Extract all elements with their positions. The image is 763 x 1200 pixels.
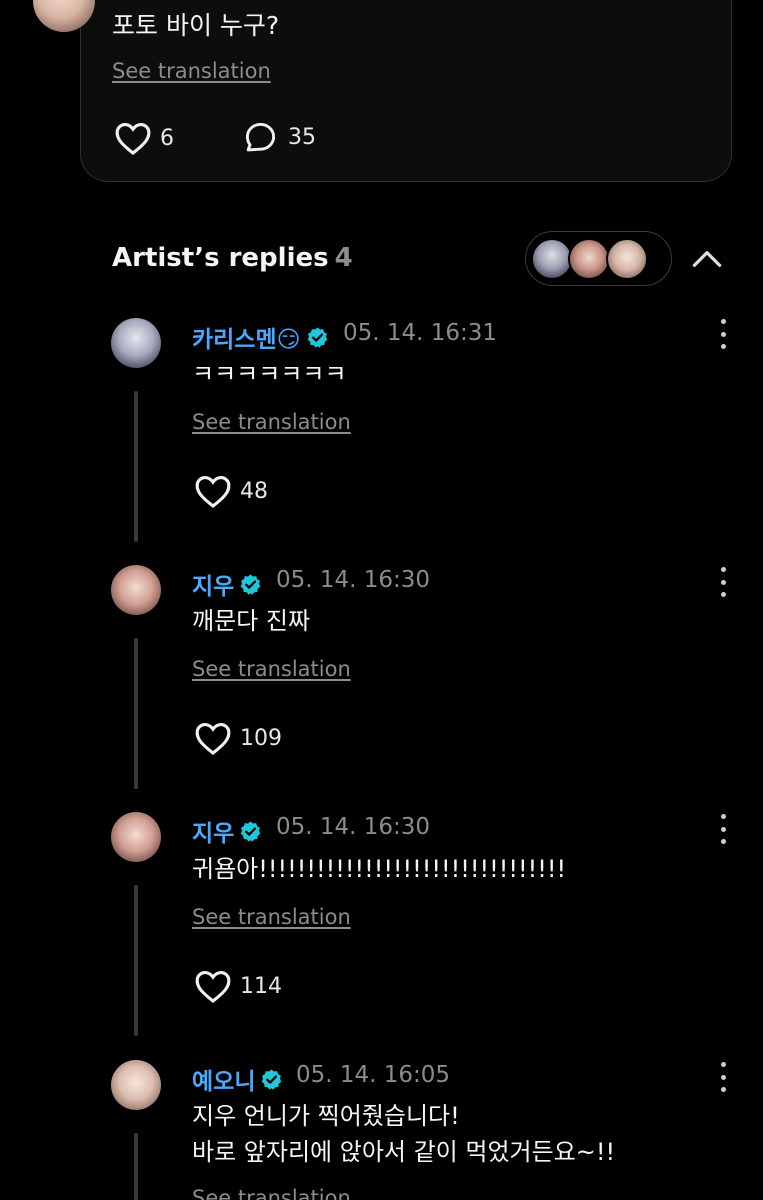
reply-like-button[interactable]: 48 xyxy=(194,473,268,509)
chevron-up-icon xyxy=(692,251,722,267)
reply-like-count: 114 xyxy=(240,973,282,999)
reply-more-button[interactable] xyxy=(712,567,734,597)
avatar[interactable] xyxy=(111,565,161,615)
post-text: 포토 바이 누구? xyxy=(112,11,280,40)
reply-author-label: 예오니 xyxy=(192,1069,256,1095)
heart-icon xyxy=(195,722,231,756)
reply-see-translation-link[interactable]: See translation xyxy=(192,905,351,929)
verified-icon xyxy=(307,326,327,348)
artist-replies-screen: 포토 바이 누구? See translation 6 35 Artist’s … xyxy=(0,0,763,1200)
reply-timestamp: 05. 14. 16:31 xyxy=(343,320,498,346)
artist-avatar-stack[interactable] xyxy=(525,231,672,286)
avatar[interactable] xyxy=(111,318,161,368)
avatar xyxy=(606,238,648,280)
reply-timestamp: 05. 14. 16:05 xyxy=(296,1062,451,1088)
heart-icon xyxy=(195,970,231,1004)
reply-author-name[interactable]: 예오니 xyxy=(192,1062,283,1096)
artist-replies-count: 4 xyxy=(334,243,353,273)
reply-author-label: 지우 xyxy=(192,821,235,847)
reply-author-label: 카리스멘😏 xyxy=(192,327,301,353)
more-vertical-icon xyxy=(720,567,726,572)
reply-more-button[interactable] xyxy=(712,814,734,844)
verified-icon xyxy=(262,1068,282,1090)
thread-line xyxy=(134,391,138,542)
artist-replies-title: Artist’s replies 4 xyxy=(112,243,353,273)
post-comment-count: 35 xyxy=(288,125,316,150)
reply-see-translation-link[interactable]: See translation xyxy=(192,1186,351,1200)
verified-icon xyxy=(241,820,261,842)
artist-replies-label: Artist’s replies xyxy=(112,243,329,273)
verified-icon xyxy=(241,573,261,595)
reply-see-translation-link[interactable]: See translation xyxy=(192,657,351,681)
collapse-replies-button[interactable] xyxy=(688,240,726,278)
post-comment-button[interactable]: 35 xyxy=(243,120,316,155)
avatar xyxy=(531,238,573,280)
post-like-button[interactable]: 6 xyxy=(114,120,174,156)
post-like-count: 6 xyxy=(160,125,174,151)
reply-more-button[interactable] xyxy=(712,319,734,349)
reply-like-button[interactable]: 109 xyxy=(194,720,282,756)
reply-text: 지우 언니가 찍어줬습니다! 바로 앞자리에 앉아서 같이 먹었거든요~!! xyxy=(192,1102,616,1166)
more-vertical-icon xyxy=(720,1062,726,1067)
reply-text: 귀욤아!!!!!!!!!!!!!!!!!!!!!!!!!!!!!!!! xyxy=(192,855,567,883)
reply-timestamp: 05. 14. 16:30 xyxy=(276,814,431,840)
post-see-translation-link[interactable]: See translation xyxy=(112,59,271,83)
reply-like-count: 48 xyxy=(240,478,268,504)
heart-icon xyxy=(115,122,151,156)
reply-timestamp: 05. 14. 16:30 xyxy=(276,567,431,593)
reply-author-name[interactable]: 지우 xyxy=(192,567,262,601)
thread-line xyxy=(134,638,138,789)
reply-author-name[interactable]: 지우 xyxy=(192,814,262,848)
more-vertical-icon xyxy=(720,319,726,324)
reply-like-button[interactable]: 114 xyxy=(194,968,282,1004)
reply-text: 깨문다 진짜 xyxy=(192,607,311,635)
more-vertical-icon xyxy=(720,814,726,819)
reply-author-label: 지우 xyxy=(192,574,235,600)
thread-line xyxy=(134,1133,138,1200)
heart-icon xyxy=(195,475,231,509)
avatar[interactable] xyxy=(111,1060,161,1110)
avatar xyxy=(568,238,610,280)
reply-author-name[interactable]: 카리스멘😏 xyxy=(192,320,329,354)
avatar[interactable] xyxy=(111,812,161,862)
reply-text: ㅋㅋㅋㅋㅋㅋㅋ xyxy=(192,360,347,388)
comment-icon xyxy=(245,122,276,152)
reply-see-translation-link[interactable]: See translation xyxy=(192,410,351,434)
reply-like-count: 109 xyxy=(240,725,282,751)
reply-more-button[interactable] xyxy=(712,1062,734,1092)
thread-line xyxy=(134,885,138,1036)
